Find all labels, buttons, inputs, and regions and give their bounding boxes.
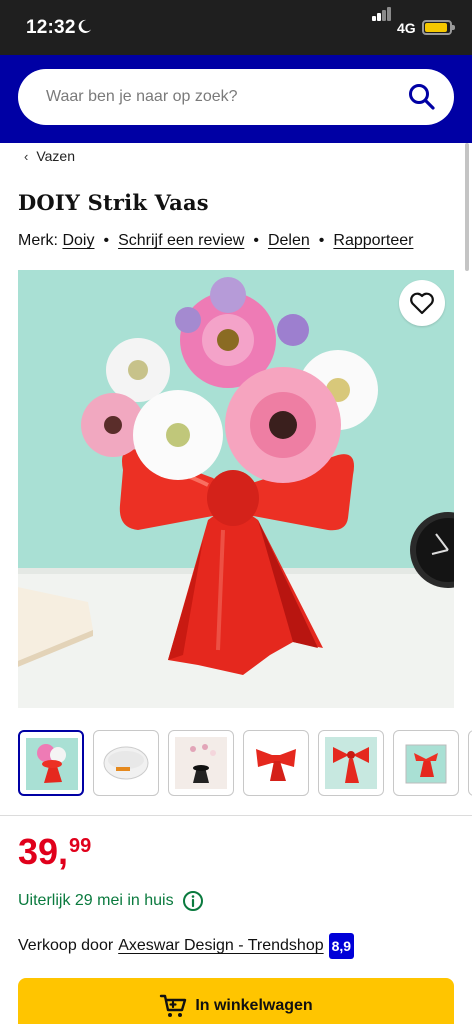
thumbnail-image xyxy=(100,737,152,789)
separator-dot: • xyxy=(103,232,110,249)
status-time: 12:32 xyxy=(26,17,76,38)
header xyxy=(0,55,472,143)
thumbnail-bowl[interactable] xyxy=(93,730,159,796)
breadcrumb-label[interactable]: Vazen xyxy=(36,148,75,164)
info-icon[interactable] xyxy=(182,890,204,912)
search-input[interactable] xyxy=(46,69,386,125)
delivery-text: Uiterlijk 29 mei in huis xyxy=(18,892,174,909)
thumbnail-image xyxy=(325,737,377,789)
wishlist-button[interactable] xyxy=(399,280,445,326)
seller-rating-badge: 8,9 xyxy=(328,933,355,959)
network-label: 4G xyxy=(397,20,416,36)
thumbnail-partial[interactable] xyxy=(468,730,472,796)
brand-prefix: Merk: xyxy=(18,232,58,249)
page-scrollbar[interactable] xyxy=(465,143,469,271)
delivery-info: Uiterlijk 29 mei in huis xyxy=(18,890,204,912)
price-cents: 99 xyxy=(69,835,92,857)
product-image[interactable] xyxy=(18,270,454,708)
seller-link[interactable]: Axeswar Design - Trendshop xyxy=(118,937,323,955)
thumbnail-red-vase[interactable] xyxy=(243,730,309,796)
chevron-left-icon: ‹ xyxy=(24,148,29,164)
thumbnail-image xyxy=(400,737,452,789)
divider xyxy=(0,815,472,816)
page-title: DOIY Strik Vaas xyxy=(18,190,209,215)
moon-icon xyxy=(78,19,92,33)
seller-info: Verkoop door Axeswar Design - Trendshop … xyxy=(18,933,355,959)
search-box[interactable] xyxy=(18,69,454,125)
report-link[interactable]: Rapporteer xyxy=(333,232,413,250)
thumbnail-box[interactable] xyxy=(393,730,459,796)
write-review-link[interactable]: Schrijf een review xyxy=(118,232,244,250)
thumbnail-vase-flowers[interactable] xyxy=(18,730,84,796)
thumbnail-image xyxy=(175,737,227,789)
cart-icon xyxy=(160,994,187,1017)
thumbnail-black-vase[interactable] xyxy=(168,730,234,796)
price: 39, 99 xyxy=(18,832,91,872)
price-main: 39, xyxy=(18,831,69,872)
thumbnail-image xyxy=(250,737,302,789)
brand-link[interactable]: Doiy xyxy=(62,232,94,250)
vase-illustration xyxy=(18,270,454,708)
battery-icon xyxy=(422,20,455,35)
thumbnail-strip xyxy=(18,730,472,798)
share-link[interactable]: Delen xyxy=(268,232,310,250)
add-to-cart-button[interactable]: In winkelwagen xyxy=(18,978,454,1024)
thumbnail-red-bow[interactable] xyxy=(318,730,384,796)
heart-icon xyxy=(410,292,434,315)
search-icon[interactable] xyxy=(406,81,438,113)
product-meta-row: Merk: Doiy • Schrijf een review • Delen … xyxy=(18,232,413,250)
separator-dot: • xyxy=(318,232,325,249)
separator-dot: • xyxy=(253,232,259,249)
breadcrumb[interactable]: ‹ Vazen xyxy=(24,148,75,164)
status-bar: 12:32 4G xyxy=(0,0,472,55)
thumbnail-image xyxy=(26,738,78,790)
add-to-cart-label: In winkelwagen xyxy=(195,997,313,1014)
seller-prefix: Verkoop door xyxy=(18,937,114,954)
